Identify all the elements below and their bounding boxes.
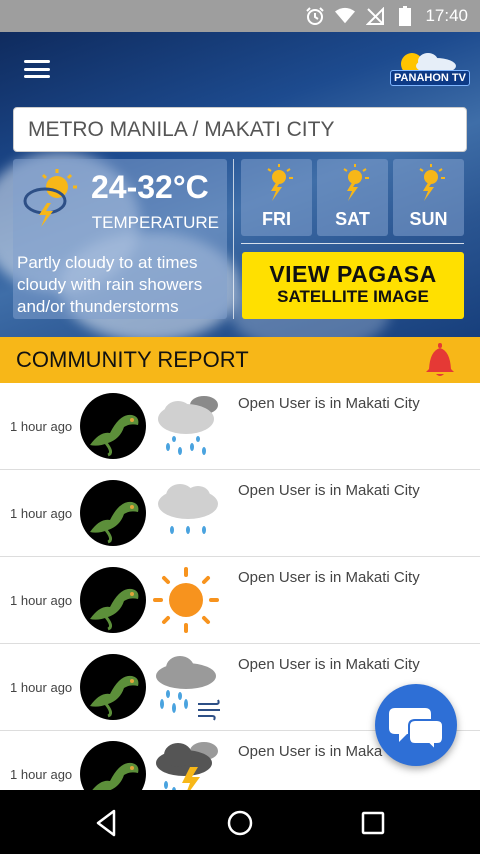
report-text: Open User is in Makati City [238, 482, 420, 499]
view-pagasa-satellite-button[interactable]: VIEW PAGASA SATELLITE IMAGE [242, 252, 464, 319]
pagasa-button-line1: VIEW PAGASA [269, 261, 437, 287]
forecast-day-label: FRI [262, 209, 291, 229]
user-avatar [80, 741, 146, 790]
report-text: Open User is in Makati City [238, 569, 420, 586]
user-avatar [80, 654, 146, 720]
home-icon[interactable] [225, 808, 255, 838]
report-time: 1 hour ago [10, 593, 73, 608]
community-report-title: COMMUNITY REPORT [16, 347, 249, 372]
report-row[interactable]: 1 hour ago Open User is in Makati City [0, 557, 480, 644]
report-time: 1 hour ago [10, 419, 73, 434]
report-text: Open User is in Makati City [238, 656, 420, 673]
divider [233, 159, 234, 319]
sunny-icon [153, 567, 219, 633]
cloud-light-rain-icon [158, 484, 218, 534]
today-weather-card: 24-32°C TEMPERATURE Partly cloudy to at … [13, 159, 227, 319]
logo-text: PANAHON TV [390, 70, 470, 86]
wifi-icon [335, 6, 356, 26]
user-avatar [80, 480, 146, 546]
sun-thunder-icon [267, 164, 293, 201]
sun-thunder-icon [419, 164, 445, 201]
pagasa-button-line2: SATELLITE IMAGE [277, 287, 429, 306]
forecast-day-label: SAT [335, 209, 370, 229]
chat-button[interactable] [375, 684, 457, 766]
user-avatar [80, 567, 146, 633]
report-row[interactable]: 1 hour ago Open User is in Makati City [0, 470, 480, 557]
forecast-day-fri[interactable]: FRI [241, 159, 312, 236]
chat-bubbles-icon [389, 708, 444, 753]
location-search-input[interactable]: METRO MANILA / MAKATI CITY [13, 107, 467, 152]
system-navigation-bar [0, 790, 480, 854]
report-time: 1 hour ago [10, 767, 73, 782]
report-time: 1 hour ago [10, 680, 73, 695]
user-avatar [80, 393, 146, 459]
battery-icon [395, 6, 415, 26]
report-text: Open User is in Maka [238, 743, 383, 760]
community-report-header: COMMUNITY REPORT [0, 337, 480, 383]
temperature-label: TEMPERATURE [91, 213, 219, 232]
weather-description: Partly cloudy to at times cloudy with ra… [17, 253, 203, 316]
back-icon[interactable] [92, 808, 122, 838]
cloud-rain-icon [158, 396, 218, 455]
sun-thunder-icon [343, 164, 369, 201]
no-signal-icon [365, 6, 385, 26]
panahon-tv-logo: PANAHON TV [390, 44, 472, 88]
bell-icon[interactable] [424, 343, 456, 377]
cloud-rain-wind-icon [156, 656, 220, 721]
report-text: Open User is in Makati City [238, 395, 420, 412]
partly-cloudy-thunder-icon [23, 169, 77, 227]
recent-apps-icon[interactable] [358, 808, 388, 838]
thunderstorm-icon [156, 742, 218, 790]
status-bar: 17:40 [0, 0, 480, 32]
report-row[interactable]: 1 hour ago Open User is in Makati City [0, 383, 480, 470]
hamburger-menu-icon[interactable] [24, 60, 50, 78]
weather-header: PANAHON TV METRO MANILA / MAKATI CITY 24… [0, 32, 480, 337]
temperature-value: 24-32°C [91, 169, 209, 205]
forecast-day-label: SUN [409, 209, 448, 229]
forecast-day-sun[interactable]: SUN [393, 159, 464, 236]
status-time: 17:40 [425, 6, 468, 25]
report-time: 1 hour ago [10, 506, 73, 521]
forecast-day-sat[interactable]: SAT [317, 159, 388, 236]
alarm-icon [305, 6, 325, 26]
divider [241, 243, 464, 244]
